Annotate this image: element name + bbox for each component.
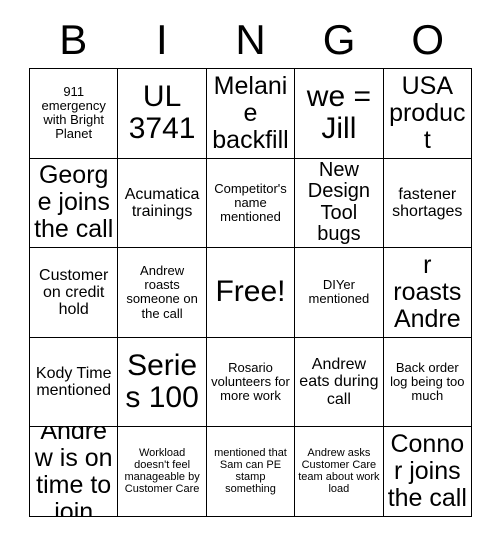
bingo-cell[interactable]: mentioned that Sam can PE stamp somethin… [206, 427, 296, 517]
bingo-free-cell[interactable]: Free! [206, 248, 296, 338]
bingo-grid: 911 emergency with Bright Planet UL 3741 M… [29, 68, 472, 517]
bingo-cell-label: 911 emergency with Bright Planet [41, 84, 106, 142]
bingo-cell[interactable]: Competitor's name mentioned [206, 158, 296, 249]
bingo-cell-label: George joins the call [34, 161, 114, 244]
bingo-cell[interactable]: Andrew asks Customer Care team about wor… [295, 427, 384, 517]
bingo-cell-label: mentioned that Sam can PE stamp somethin… [214, 446, 287, 495]
bingo-cell-label: Andrew asks Customer Care team about wor… [298, 446, 380, 495]
bingo-cell[interactable]: Melanie backfill [206, 69, 296, 159]
bingo-cell[interactable]: Workload doesn't feel manageable by Cust… [118, 427, 207, 517]
bingo-cell[interactable]: Back order log being too much [383, 337, 472, 428]
bingo-header-letter-o: O [411, 16, 444, 63]
bingo-header-row: B I N G O [29, 12, 472, 68]
bingo-cell-label: Melanie backfill [212, 71, 289, 154]
bingo-cell-label: Customer on credit hold [39, 266, 109, 319]
bingo-header-letter-i: I [156, 16, 168, 63]
bingo-cell-label: New Design Tool bugs [307, 158, 371, 246]
bingo-cell-label: Workload doesn't feel manageable by Cust… [124, 446, 200, 495]
bingo-header-letter-g: G [322, 16, 356, 63]
bingo-cell-label: Back order log being too much [390, 360, 465, 404]
bingo-cell[interactable]: Customer on credit hold [30, 248, 119, 338]
bingo-cell[interactable]: Connor joins the call [383, 427, 472, 517]
bingo-cell[interactable]: fastener shortages [383, 158, 472, 249]
bingo-header-letter-n: N [235, 16, 266, 63]
bingo-cell-label: Andrew roasts someone on the call [126, 263, 198, 321]
bingo-card: B I N G O 911 emergency with Bright Plan… [29, 12, 472, 517]
bingo-cell[interactable]: New Design Tool bugs [295, 158, 384, 249]
bingo-cell[interactable]: we = Jill [295, 69, 384, 159]
bingo-cell-label: Acumatica trainings [124, 185, 200, 220]
bingo-cell-label: USA product [389, 71, 466, 154]
bingo-cell[interactable]: Andrew eats during call [295, 337, 384, 428]
bingo-cell-label: DIYer mentioned [308, 277, 370, 307]
bingo-cell[interactable]: UL 3741 [118, 69, 207, 159]
bingo-cell-label: Free! [215, 275, 286, 309]
bingo-cell-label: Andrew is on time to join [34, 427, 113, 517]
bingo-cell-label: Rosario volunteers for more work [211, 360, 290, 404]
bingo-cell[interactable]: Andrew is on time to join [30, 427, 119, 517]
bingo-cell-label: Kody Time mentioned [35, 364, 112, 400]
bingo-cell[interactable]: Acumatica trainings [118, 158, 207, 249]
bingo-cell[interactable]: George joins the call [30, 158, 119, 249]
bingo-cell-label: fastener shortages [392, 185, 463, 220]
bingo-cell-label: Series 100 [125, 348, 199, 415]
bingo-cell-label: Andrew eats during call [299, 356, 379, 408]
bingo-cell[interactable]: Heather roasts Andrew [383, 248, 472, 338]
bingo-cell[interactable]: Rosario volunteers for more work [206, 337, 296, 428]
bingo-header-letter-b: B [59, 16, 88, 63]
bingo-cell[interactable]: DIYer mentioned [295, 248, 384, 338]
bingo-cell-label: Competitor's name mentioned [214, 180, 287, 224]
bingo-cell-label: Connor joins the call [387, 430, 467, 513]
bingo-cell-label: Heather roasts Andrew [387, 248, 468, 337]
bingo-cell-label: UL 3741 [128, 79, 196, 146]
bingo-cell[interactable]: Andrew roasts someone on the call [118, 248, 207, 338]
bingo-cell[interactable]: Kody Time mentioned [30, 337, 119, 428]
bingo-cell[interactable]: Series 100 [118, 337, 207, 428]
bingo-cell[interactable]: 911 emergency with Bright Planet [30, 69, 119, 159]
bingo-cell[interactable]: USA product [383, 69, 472, 159]
bingo-cell-label: we = Jill [306, 79, 371, 146]
